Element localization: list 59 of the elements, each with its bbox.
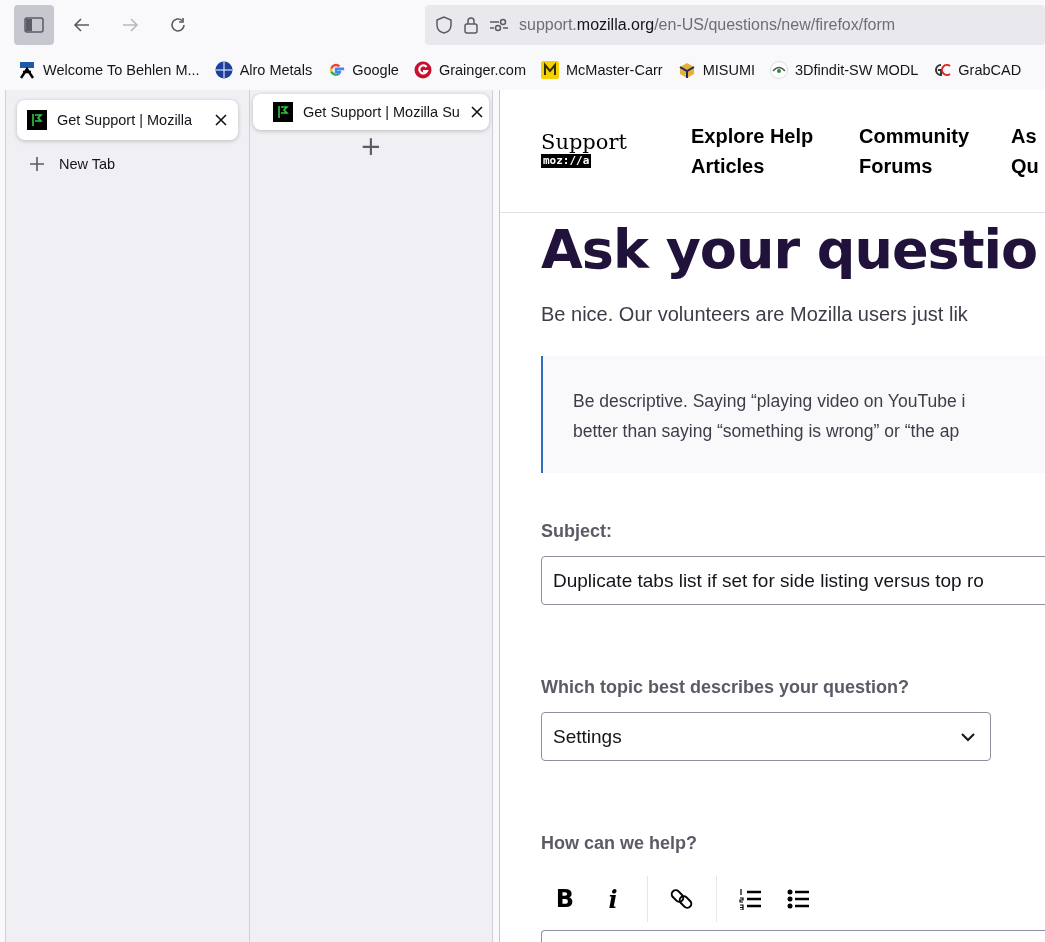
intro-text: Be nice. Our volunteers are Mozilla users just lik <box>541 303 969 326</box>
bookmark-item[interactable]: MISUMI <box>677 61 755 79</box>
nav-link[interactable]: As Qu <box>1011 121 1045 181</box>
bookmark-item[interactable]: McMaster-Carr <box>540 61 663 79</box>
new-tab-button[interactable]: + <box>356 132 386 160</box>
sidebar-toggle-button[interactable] <box>14 5 54 45</box>
lock-icon <box>463 16 479 34</box>
back-arrow-icon <box>72 16 92 34</box>
close-icon <box>214 113 228 127</box>
chevron-down-icon <box>960 731 976 742</box>
close-tab-button[interactable] <box>469 105 484 119</box>
tip-text: Be descriptive. Saying “playing video on YouTube i better than saying “something is wrong” or “the ap <box>573 390 967 443</box>
bookmark-item[interactable]: Google <box>327 61 399 79</box>
globe-logo-icon <box>214 61 233 79</box>
sidebar-icon <box>24 16 44 34</box>
flag-icon <box>273 102 293 122</box>
cube-icon <box>677 61 696 79</box>
help-label: How can we help? <box>541 833 699 854</box>
permissions-icon <box>489 16 509 34</box>
gc-logo-icon <box>933 61 952 79</box>
tab-title: Get Support | Mozilla Su <box>303 104 460 120</box>
new-tab-button[interactable]: New Tab <box>17 148 238 180</box>
bookmark-item[interactable]: Alro Metals <box>214 61 313 79</box>
bookmark-item[interactable]: 3Dfindit-SW MODL <box>770 61 919 79</box>
bulleted-list-icon <box>787 888 811 910</box>
g-logo-icon <box>413 61 432 79</box>
subject-label: Subject: <box>541 521 613 542</box>
topic-dropdown[interactable]: Settings <box>541 712 991 761</box>
bookmark-item[interactable]: Grainger.com <box>413 61 526 79</box>
nav-link[interactable]: Explore Help Articles <box>691 121 859 181</box>
eye-icon <box>770 61 788 79</box>
tab-title: Get Support | Mozilla <box>57 112 194 128</box>
italic-button[interactable]: i <box>589 879 637 919</box>
logo-brand: moz://a <box>541 154 592 168</box>
url-text: support.mozilla.org/en-US/questions/new/firefox/form <box>519 16 896 34</box>
topic-label: Which topic best describes your question? <box>541 677 911 698</box>
subject-field[interactable]: Duplicate tabs list if set for side listing versus top ro <box>541 556 1045 605</box>
close-icon <box>469 105 484 119</box>
link-icon <box>670 888 694 910</box>
nav-link[interactable]: Community Forums <box>859 121 1011 181</box>
site-logo[interactable]: Support moz://a <box>541 130 691 168</box>
m-logo-icon <box>540 61 559 79</box>
reload-icon <box>169 16 187 34</box>
close-tab-button[interactable] <box>214 113 228 127</box>
plus-icon <box>29 156 45 172</box>
numbered-list-icon <box>739 888 763 910</box>
browser-tab[interactable]: Get Support | Mozilla Su <box>253 94 489 130</box>
forward-arrow-icon <box>120 16 140 34</box>
browser-tab[interactable]: Get Support | Mozilla <box>17 100 238 140</box>
shield-icon <box>435 16 453 34</box>
bookmark-item[interactable]: GrabCAD <box>933 61 1022 79</box>
address-bar[interactable]: support.mozilla.org/en-US/questions/new/firefox/form <box>425 5 1045 45</box>
page-heading: Ask your questio <box>541 217 1039 283</box>
bold-button[interactable]: B <box>541 879 589 919</box>
flag-icon <box>27 110 47 130</box>
bookmark-item[interactable]: Welcome To Behlen M... <box>18 61 200 79</box>
logo-icon <box>18 61 36 79</box>
g-logo-icon <box>327 61 346 79</box>
logo-title: Support <box>541 130 627 154</box>
